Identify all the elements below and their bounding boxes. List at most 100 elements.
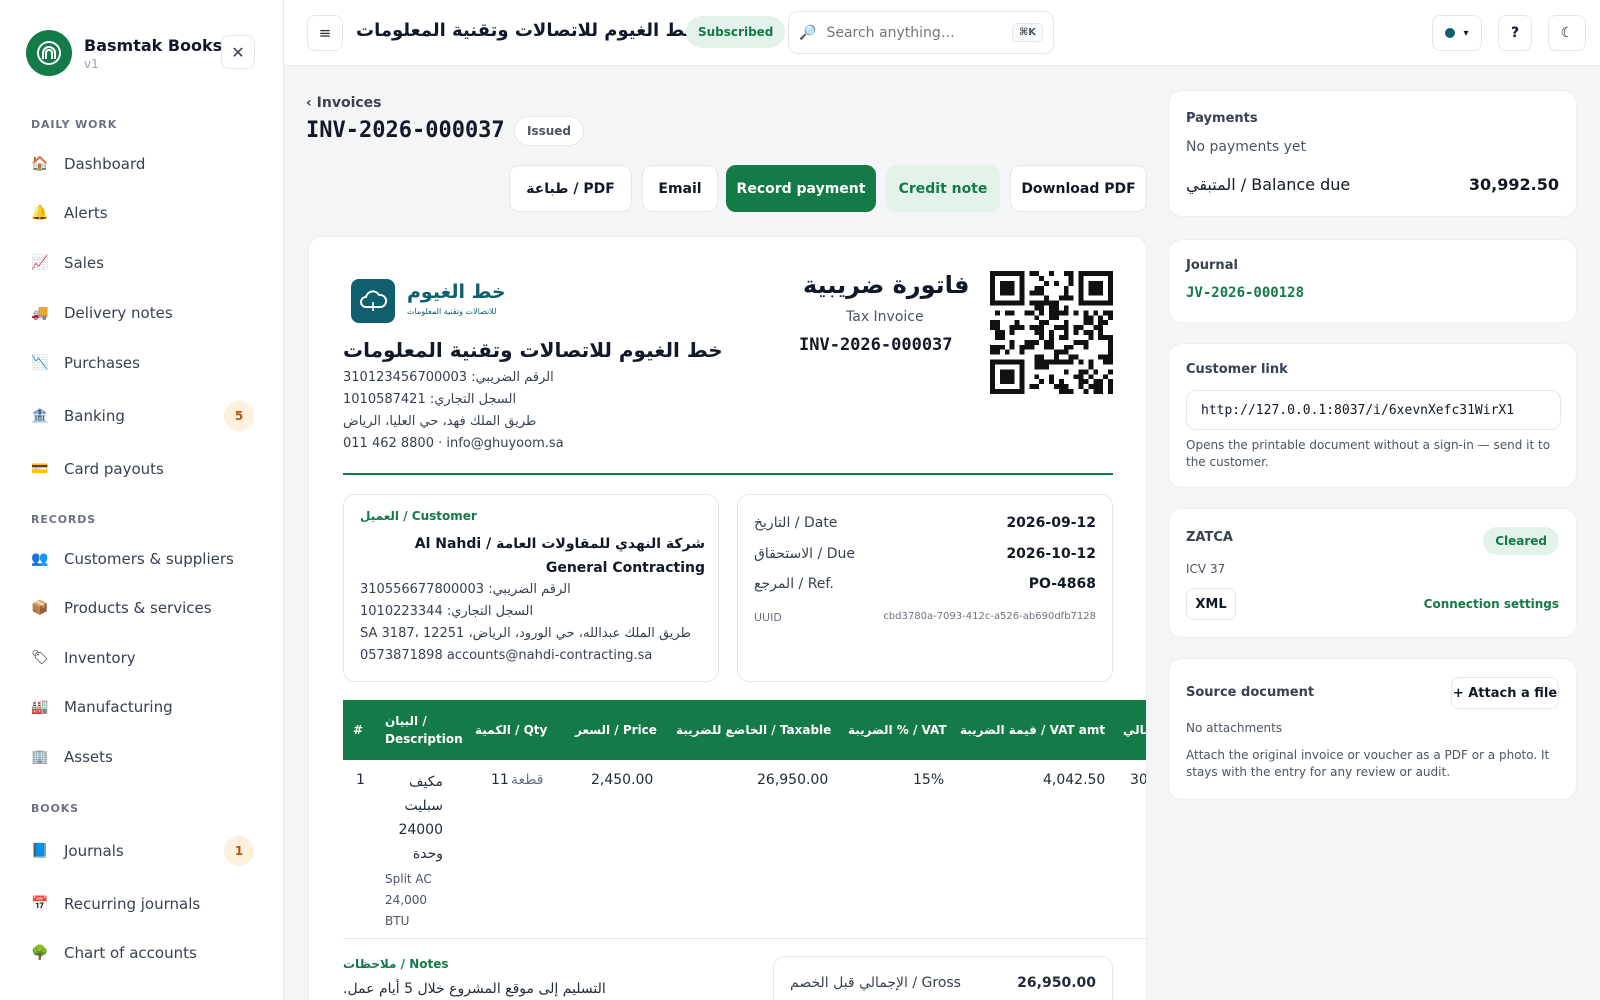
qr-module [1108, 339, 1113, 345]
connection-settings-link[interactable]: Connection settings [1424, 597, 1559, 611]
qr-module [1073, 325, 1079, 331]
qr-module [1049, 315, 1054, 321]
qr-module [1044, 339, 1050, 345]
qr-module [1058, 389, 1064, 394]
qr-module [1083, 389, 1089, 394]
journal-link[interactable]: JV-2026-000128 [1186, 285, 1304, 301]
qr-module [1034, 359, 1040, 365]
due-value: 2026-10-12 [1006, 546, 1096, 562]
qr-module [1073, 354, 1079, 360]
qr-module [1078, 374, 1084, 380]
qr-module [1093, 271, 1099, 276]
qr-module [1108, 271, 1113, 276]
qr-module [1093, 379, 1099, 385]
theme-toggle[interactable]: ☾ [1548, 15, 1586, 51]
sidebar-item-products-services[interactable]: 📦 Products & services [30, 591, 254, 625]
brand[interactable]: Basmtak Books v1 [26, 30, 222, 76]
qr-module [990, 290, 995, 296]
download-pdf-button[interactable]: Download PDF [1010, 165, 1147, 212]
search-input[interactable] [826, 24, 997, 41]
qr-module [1083, 320, 1089, 326]
company-name: خط الغيوم للاتصالات وتقنية المعلومات [343, 338, 723, 362]
qr-module [1034, 300, 1040, 306]
qr-module [1098, 285, 1104, 291]
count-badge: 1 [224, 836, 254, 866]
sidebar-item-alerts[interactable]: 🔔 Alerts [30, 196, 254, 230]
qr-module [1039, 300, 1045, 306]
credit-note-button[interactable]: Credit note [886, 165, 1000, 212]
xml-button[interactable]: XML [1186, 588, 1236, 620]
sidebar-item-manufacturing[interactable]: 🏭 Manufacturing [30, 690, 254, 724]
qr-module [1039, 330, 1045, 335]
sidebar-item-banking[interactable]: 🏦 Banking 5 [30, 399, 254, 433]
qr-module [1103, 300, 1109, 306]
sidebar-item-card-payouts[interactable]: 💳 Card payouts [30, 452, 254, 486]
payments-card: Payments No payments yet المتبقي / Balan… [1168, 90, 1577, 217]
qr-module [1058, 295, 1064, 301]
qr-module [1019, 280, 1025, 286]
qr-module [1044, 344, 1050, 350]
truck-icon: 🚚 [31, 305, 49, 321]
qr-module [999, 330, 1005, 335]
sidebar-item-dashboard[interactable]: 🏠 Dashboard [30, 147, 254, 181]
row-vat: 15% [913, 772, 945, 788]
customer-link-field[interactable]: http://127.0.0.1:8037/i/6xevnXefc31WirX1 [1186, 390, 1561, 430]
moon-icon: ☾ [1560, 25, 1574, 41]
status-dropdown[interactable]: ▾ [1432, 15, 1482, 51]
qr-module [1049, 374, 1054, 380]
qr-module [1068, 271, 1074, 276]
qr-module [990, 320, 995, 326]
qr-module [1063, 310, 1069, 316]
qr-module [999, 389, 1005, 394]
close-sidebar-button[interactable]: ✕ [221, 35, 255, 69]
row-taxable: 26,950.00 [757, 772, 829, 788]
row-description-ar: مكيف سبليت 24000 وحدة [398, 774, 443, 862]
qr-module [1004, 379, 1010, 385]
qr-module [1029, 339, 1035, 345]
sidebar-item-sales[interactable]: 📈 Sales [30, 246, 254, 280]
back-to-invoices-link[interactable]: ‹ Invoices [306, 95, 382, 111]
menu-button[interactable]: ≡ [307, 15, 343, 51]
qr-module [1049, 379, 1054, 385]
company-cr: السجل التجاري: 1010587421 [343, 392, 517, 407]
sidebar-item-delivery-notes[interactable]: 🚚 Delivery notes [30, 296, 254, 330]
sidebar-item-customers-suppliers[interactable]: 👥 Customers & suppliers [30, 542, 254, 576]
qr-module [1039, 320, 1045, 326]
sidebar-item-recurring-journals[interactable]: 📅 Recurring journals [30, 887, 254, 921]
qr-module [1034, 354, 1040, 360]
qr-module [1098, 384, 1104, 390]
qr-module [1019, 379, 1025, 385]
row-vat-amount: 4,042.50 [1043, 772, 1106, 788]
qr-module [994, 334, 1000, 340]
qr-module [1029, 300, 1035, 306]
qr-module [1009, 290, 1015, 296]
sidebar-item-purchases[interactable]: 📉 Purchases [30, 346, 254, 380]
qr-module [1053, 359, 1059, 365]
help-button[interactable]: ? [1498, 15, 1532, 51]
calendar-icon: 📅 [31, 896, 49, 912]
sidebar-item-inventory[interactable]: 🏷 Inventory [30, 641, 254, 675]
company-logo-tagline: للاتصالات وتقنية المعلومات [407, 307, 497, 316]
sidebar-item-journals[interactable]: 📘 Journals 1 [30, 834, 254, 868]
qr-module [1103, 271, 1109, 276]
qr-module [1049, 330, 1054, 335]
qr-module [1009, 374, 1015, 380]
search-box[interactable]: 🔎 ⌘K [788, 11, 1054, 54]
qr-module [1053, 315, 1059, 321]
sidebar-item-label: Delivery notes [64, 304, 173, 322]
qr-module [1049, 300, 1054, 306]
attach-file-button[interactable]: + Attach a file [1451, 677, 1559, 709]
record-payment-button[interactable]: Record payment [726, 165, 876, 212]
qr-module [1029, 310, 1035, 316]
qr-module [1088, 384, 1094, 390]
qr-module [990, 359, 995, 365]
chart-up-icon: 📈 [31, 255, 49, 271]
print-pdf-button[interactable]: طباعة / PDF [509, 165, 632, 212]
email-button[interactable]: Email [642, 165, 718, 212]
sidebar-item-assets[interactable]: 🏢 Assets [30, 740, 254, 774]
qr-module [1009, 271, 1015, 276]
qr-module [1098, 389, 1104, 394]
qr-module [1019, 374, 1025, 380]
col-total: الإجمالي [1123, 723, 1146, 737]
sidebar-item-chart-of-accounts[interactable]: 🌳 Chart of accounts [30, 936, 254, 970]
